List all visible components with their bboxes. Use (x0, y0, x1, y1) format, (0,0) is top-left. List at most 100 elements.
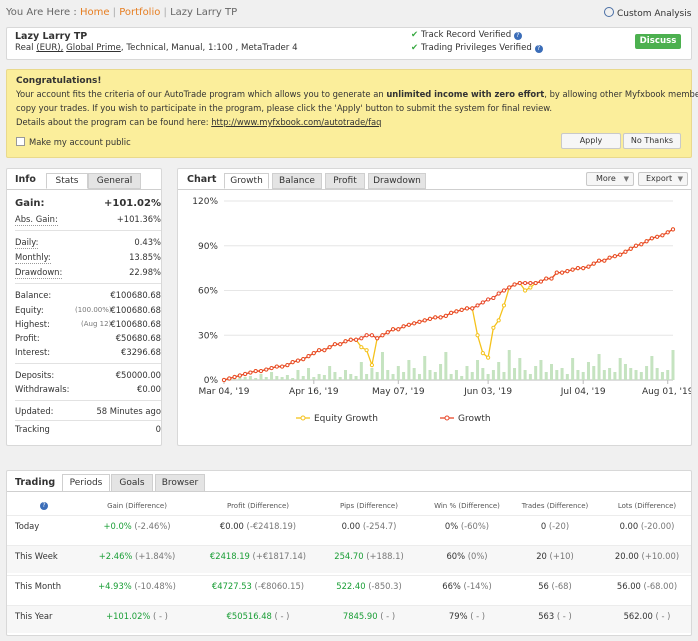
activity-bar (497, 362, 501, 380)
export-dropdown[interactable]: Export ▼ (638, 172, 688, 186)
make-public-checkbox[interactable]: Make my account public (16, 137, 131, 147)
cell-difference: (-€2418.19) (243, 521, 297, 531)
growth-point (538, 279, 544, 284)
x-tick-label: Mar 04, '19 (199, 387, 250, 397)
account-name: Lazy Larry TP (15, 31, 88, 42)
growth-point (464, 306, 470, 311)
custom-analysis-link[interactable]: Custom Analysis (604, 7, 691, 19)
activity-bar (307, 368, 311, 380)
period-label: This Year (15, 611, 53, 621)
growth-point (596, 258, 602, 263)
tab-general[interactable]: General (88, 173, 141, 189)
abs-gain-label: Abs. Gain: (15, 214, 58, 226)
no-thanks-button[interactable]: No Thanks (623, 133, 681, 149)
growth-point (660, 233, 665, 238)
growth-point (343, 339, 348, 344)
discuss-button[interactable]: Discuss (635, 34, 681, 49)
cell-difference: (-60%) (458, 521, 490, 531)
tab-divider (178, 189, 691, 190)
chart-panel: Chart Growth Balance Profit Drawdown Mor… (177, 168, 692, 446)
activity-bar (333, 372, 337, 380)
tab-profit[interactable]: Profit (325, 173, 365, 189)
help-icon[interactable]: ? (40, 502, 48, 510)
tab-drawdown[interactable]: Drawdown (368, 173, 426, 189)
tab-stats[interactable]: Stats (46, 173, 88, 189)
abs-gain-value: +101.36% (116, 214, 161, 224)
growth-point (612, 254, 617, 259)
activity-bar (380, 352, 384, 380)
cell-difference: ( - ) (271, 611, 290, 621)
gain-label: Gain: (15, 198, 45, 209)
clock-icon (604, 7, 614, 17)
activity-bar (343, 370, 347, 380)
activity-bar (407, 360, 411, 380)
growth-point (644, 239, 649, 244)
growth-point (496, 291, 501, 296)
activity-bar (259, 374, 263, 380)
growth-point (628, 246, 633, 251)
cell-value: 20.00 (614, 551, 639, 561)
activity-bar (285, 375, 289, 380)
notice-text: Details about the program can be found h… (16, 117, 212, 127)
growth-point (406, 322, 411, 327)
breadcrumb-portfolio[interactable]: Portfolio (119, 7, 160, 18)
growth-point (655, 234, 660, 239)
profit-row: Profit: €50680.68 (15, 333, 161, 344)
growth-point (649, 236, 654, 241)
growth-point (475, 303, 480, 308)
tab-goals[interactable]: Goals (111, 474, 153, 492)
help-icon[interactable]: ? (534, 45, 543, 53)
breadcrumb-home[interactable]: Home (80, 7, 110, 18)
account-detail-text: , Technical, Manual, 1:100 , MetaTrader … (120, 43, 298, 53)
growth-point (422, 318, 427, 323)
help-icon[interactable]: ? (513, 32, 522, 40)
growth-point (327, 345, 332, 350)
updated-row: Updated: 58 Minutes ago (15, 406, 161, 417)
growth-point (565, 269, 570, 274)
growth-point (449, 310, 454, 315)
table-cell-trades: 56 (-68) (505, 581, 605, 591)
growth-point (417, 319, 422, 324)
growth-point (618, 252, 623, 257)
activity-bar (396, 366, 400, 380)
tab-periods[interactable]: Periods (62, 474, 110, 492)
activity-bar (544, 372, 548, 380)
cell-difference: (-20.00) (638, 521, 675, 531)
cell-value: 0.00 (341, 521, 361, 531)
tracking-row: Tracking 0 (15, 424, 161, 435)
growth-point (375, 336, 380, 341)
autotrade-faq-link[interactable]: http://www.myfxbook.com/autotrade/faq (211, 117, 381, 127)
activity-bar (565, 374, 569, 380)
cell-value: 60% (446, 551, 466, 561)
growth-point (486, 297, 491, 302)
legend-marker (300, 415, 306, 421)
tab-growth[interactable]: Growth (224, 173, 269, 189)
balance-value: €100680.68 (110, 290, 161, 300)
activity-bar (322, 375, 326, 380)
activity-bar (623, 364, 627, 380)
broker-link[interactable]: Global Prime (66, 43, 121, 53)
equity-growth-point (491, 325, 496, 330)
tab-balance[interactable]: Balance (272, 173, 322, 189)
activity-bar (412, 368, 416, 380)
table-cell-pips: 522.40 (-850.3) (322, 581, 416, 591)
table-cell-win: 60% (0%) (420, 551, 514, 561)
balance-label: Balance: (15, 290, 52, 300)
activity-bar (592, 366, 596, 380)
y-tick-label: 120% (192, 197, 218, 207)
checkbox-box[interactable] (16, 137, 25, 146)
apply-button[interactable]: Apply (561, 133, 621, 149)
growth-point (443, 313, 448, 318)
growth-chart: 0% 30% 60% 90% 120% Mar 04, '19 Apr 16, '19 May… (192, 197, 691, 424)
notice-emphasis: unlimited income with zero effort (386, 89, 545, 99)
cell-difference: (+€1817.14) (249, 551, 307, 561)
tab-browser[interactable]: Browser (155, 474, 205, 492)
cell-difference: (+1.84%) (132, 551, 176, 561)
chevron-down-icon: ▼ (677, 175, 683, 183)
drawdown-value: 22.98% (129, 267, 161, 277)
activity-bar (254, 378, 258, 380)
activity-bar (470, 372, 474, 380)
header-pips: Pips (Difference) (340, 502, 398, 510)
more-dropdown[interactable]: More ▼ (586, 172, 634, 186)
x-tick-label: Jun 03, '19 (463, 387, 512, 397)
